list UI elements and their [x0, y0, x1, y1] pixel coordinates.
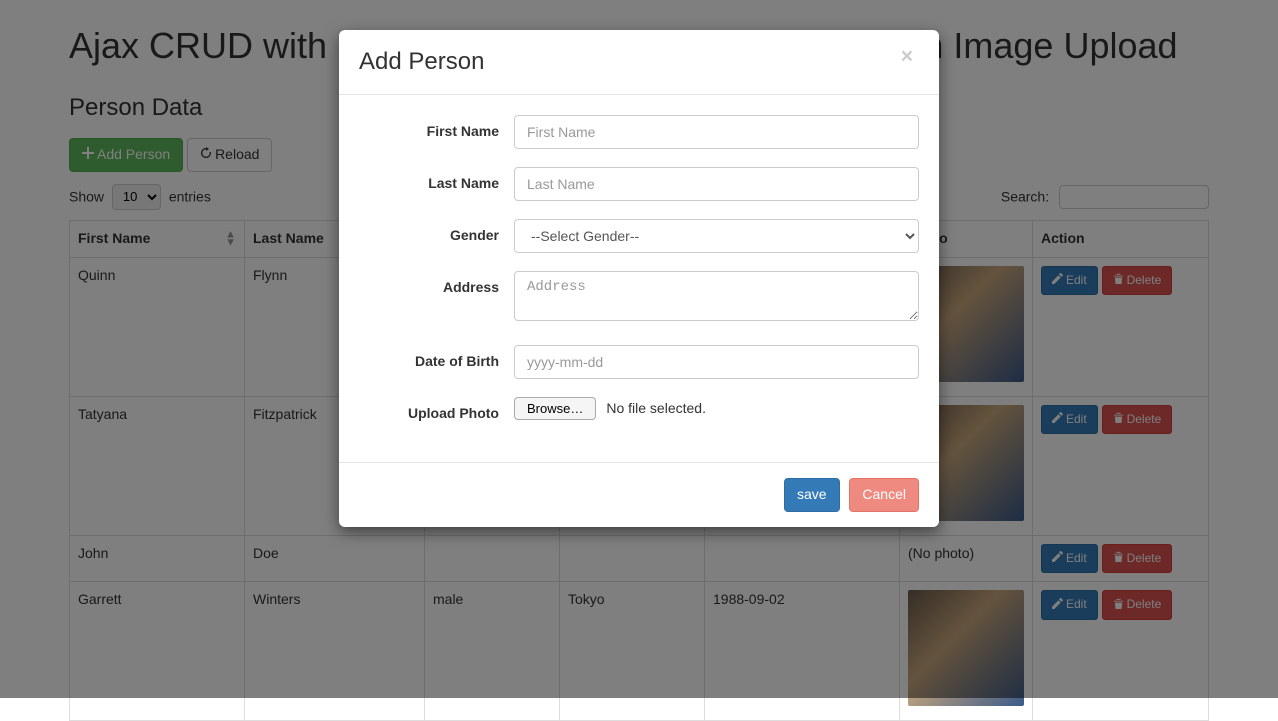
first-name-input[interactable]	[514, 115, 919, 149]
gender-select[interactable]: --Select Gender--	[514, 219, 919, 253]
photo-label: Upload Photo	[359, 397, 514, 424]
close-button[interactable]: ×	[895, 45, 919, 68]
cancel-button[interactable]: Cancel	[849, 478, 919, 512]
last-name-input[interactable]	[514, 167, 919, 201]
address-label: Address	[359, 271, 514, 298]
file-status: No file selected.	[606, 399, 706, 419]
dob-input[interactable]	[514, 345, 919, 379]
close-icon: ×	[901, 45, 913, 68]
gender-label: Gender	[359, 219, 514, 246]
modal-title: Add Person	[359, 45, 484, 79]
address-input[interactable]	[514, 271, 919, 321]
add-person-modal: Add Person × First Name Last Name Gender…	[339, 30, 939, 527]
first-name-label: First Name	[359, 115, 514, 142]
save-button[interactable]: save	[784, 478, 840, 512]
last-name-label: Last Name	[359, 167, 514, 194]
dob-label: Date of Birth	[359, 345, 514, 372]
browse-button[interactable]: Browse…	[514, 397, 596, 420]
